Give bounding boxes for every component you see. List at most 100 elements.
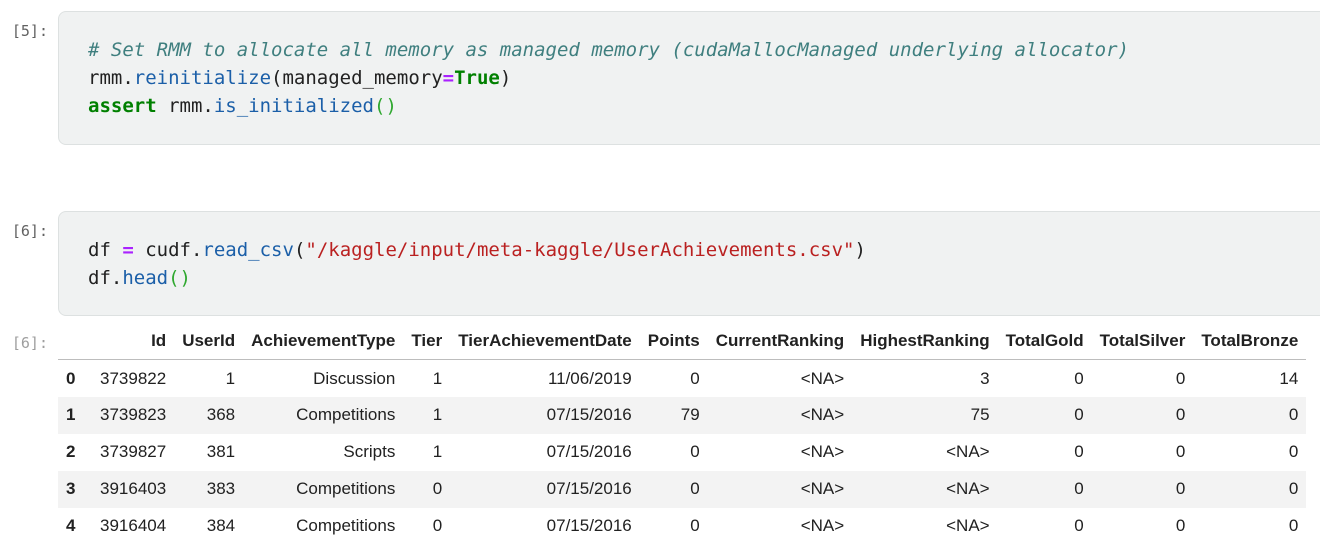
- code-keyword: assert: [88, 95, 157, 117]
- table-cell: <NA>: [800, 405, 845, 424]
- table-cell: 0: [1175, 369, 1186, 389]
- table-row: 1 3739823 368 Competitions 1 07/15/2016 …: [58, 396, 1307, 434]
- code-comment: # Set RMM to allocate all memory as mana…: [88, 39, 1129, 61]
- code-token: ): [499, 67, 512, 89]
- column-header: Id: [92, 322, 175, 360]
- code-operator: =: [122, 239, 134, 261]
- table-cell: <NA>: [946, 516, 990, 535]
- column-header: TotalSilver: [1091, 322, 1194, 360]
- table-cell: 11/06/2019: [547, 369, 632, 389]
- table-cell: 0: [690, 442, 700, 461]
- table-cell: <NA>: [800, 516, 845, 535]
- table-cell: 07/15/2016: [546, 479, 632, 498]
- table-cell: 0: [1175, 479, 1186, 498]
- table-cell: 0: [1175, 516, 1186, 535]
- table-cell: Competitions: [296, 405, 396, 424]
- column-header-index: [58, 322, 92, 360]
- table-cell: <NA>: [946, 479, 990, 498]
- table-cell: Competitions: [296, 479, 396, 498]
- column-header: TotalGold: [997, 322, 1092, 360]
- code-editor[interactable]: # Set RMM to allocate all memory as mana…: [88, 36, 1320, 120]
- table-cell: 0: [432, 516, 443, 535]
- table-cell: 0: [1175, 442, 1186, 461]
- table-cell: 0: [1074, 442, 1084, 461]
- table-row: 4 3916404 384 Competitions 0 07/15/2016 …: [58, 507, 1307, 545]
- table-cell: 0: [690, 516, 700, 535]
- code-function: reinitialize: [133, 67, 272, 89]
- table-cell: <NA>: [800, 479, 845, 498]
- code-editor[interactable]: df = cudf.read_csv("/kaggle/input/meta-k…: [88, 236, 1320, 292]
- code-paren: (): [168, 267, 191, 289]
- input-prompt-5: [5]:: [11, 22, 48, 40]
- table-row: 0 3739822 1 Discussion 1 11/06/2019 0 <N…: [58, 359, 1307, 397]
- table-cell: 0: [690, 369, 700, 389]
- row-index: 2: [66, 442, 76, 461]
- code-keyword: True: [454, 67, 500, 89]
- table-cell: 0: [1074, 405, 1084, 424]
- table-cell: 75: [970, 405, 990, 424]
- code-token: df.: [88, 267, 123, 289]
- table-cell: 3739823: [100, 405, 167, 424]
- code-token: (managed_memory: [271, 67, 443, 89]
- table-cell: 0: [1074, 369, 1084, 389]
- table-cell: 0: [1175, 405, 1186, 424]
- table-cell: 0: [1288, 405, 1299, 424]
- table-cell: 0: [1074, 516, 1084, 535]
- table-cell: 0: [690, 479, 700, 498]
- table-row: 2 3739827 381 Scripts 1 07/15/2016 0 <NA…: [58, 433, 1307, 471]
- code-function: is_initialized: [213, 95, 374, 117]
- column-header: Tier: [403, 322, 451, 360]
- table-cell: 3739822: [100, 369, 167, 389]
- table-cell: 1: [432, 405, 443, 424]
- table-cell: <NA>: [800, 442, 845, 461]
- table-cell: 1: [432, 442, 443, 461]
- column-header: AchievementType: [243, 322, 404, 360]
- table-cell: 07/15/2016: [546, 442, 632, 461]
- column-header: CurrentRanking: [707, 322, 853, 360]
- table-cell: 3: [980, 369, 990, 389]
- table-cell: 0: [432, 479, 443, 498]
- table-cell: 0: [1288, 479, 1299, 498]
- table-cell: 0: [1288, 516, 1299, 535]
- code-cell-5[interactable]: # Set RMM to allocate all memory as mana…: [58, 11, 1320, 145]
- row-index: 1: [66, 405, 76, 424]
- code-token: (: [293, 239, 306, 261]
- table-cell: <NA>: [800, 369, 845, 389]
- column-header: HighestRanking: [852, 322, 998, 360]
- column-header: TierAchievementDate: [450, 322, 640, 360]
- code-token: df: [88, 239, 123, 261]
- table-cell: 1: [225, 369, 236, 389]
- table-cell: 3916403: [100, 479, 167, 498]
- code-function: head: [122, 267, 169, 289]
- code-token: rmm.: [156, 95, 214, 117]
- table-cell: 79: [680, 405, 700, 424]
- code-token: ): [854, 239, 866, 261]
- code-paren: (): [374, 95, 397, 117]
- table-cell: Competitions: [296, 516, 396, 535]
- output-prompt-6: [6]:: [11, 334, 48, 352]
- code-cell-6[interactable]: df = cudf.read_csv("/kaggle/input/meta-k…: [58, 211, 1320, 316]
- row-index: 0: [66, 369, 76, 389]
- code-function: read_csv: [202, 239, 294, 261]
- table-cell: 07/15/2016: [546, 405, 632, 424]
- table-cell: 383: [206, 479, 236, 498]
- table-cell: <NA>: [946, 442, 990, 461]
- table-row: 3 3916403 383 Competitions 0 07/15/2016 …: [58, 470, 1307, 508]
- table-cell: Discussion: [313, 369, 396, 389]
- table-cell: 3916404: [100, 516, 167, 535]
- table-cell: 368: [206, 405, 236, 424]
- row-index: 3: [66, 479, 76, 498]
- input-prompt-6: [6]:: [11, 222, 48, 240]
- dataframe-output: Id UserId AchievementType Tier TierAchie…: [58, 322, 1307, 545]
- code-string: "/kaggle/input/meta-kaggle/UserAchieveme…: [305, 239, 855, 261]
- table-cell: 0: [1288, 442, 1299, 461]
- code-token: cudf.: [133, 239, 203, 261]
- table-cell: Scripts: [343, 442, 396, 461]
- column-header: UserId: [174, 322, 244, 360]
- table-cell: 381: [206, 442, 236, 461]
- table-cell: 07/15/2016: [546, 516, 632, 535]
- table-cell: 1: [432, 369, 443, 389]
- row-index: 4: [66, 516, 76, 535]
- code-operator: =: [442, 67, 455, 89]
- table-cell: 384: [206, 516, 236, 535]
